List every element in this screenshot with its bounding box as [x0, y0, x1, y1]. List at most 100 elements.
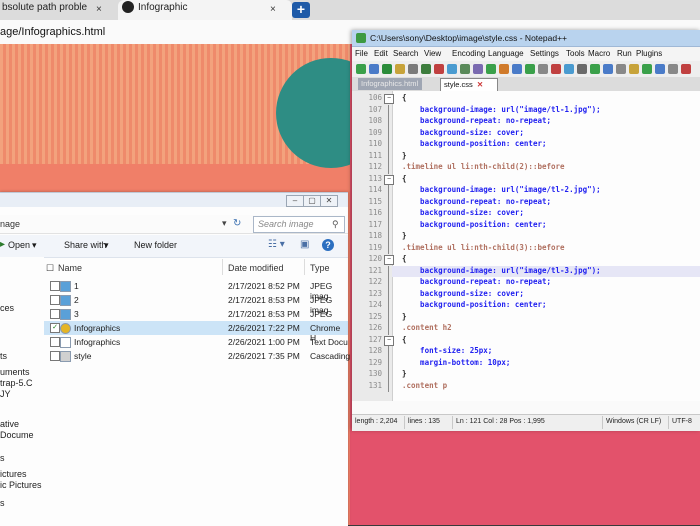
nav-item[interactable]: ts [0, 351, 7, 361]
open-file-icon[interactable] [369, 64, 379, 74]
tab-infographic[interactable]: Infographic × [118, 0, 292, 20]
paste-icon[interactable] [460, 64, 470, 74]
search-input[interactable]: Search image ⚲ [253, 216, 345, 233]
sync-icon[interactable] [551, 64, 561, 74]
macro-record-icon[interactable] [590, 64, 600, 74]
view-icon[interactable] [668, 64, 678, 74]
nav-item[interactable]: ictures [0, 469, 27, 479]
share-with-button[interactable]: Share with [64, 240, 107, 250]
column-date-modified[interactable]: Date modified [228, 263, 284, 273]
code-line[interactable]: .content h2 [402, 323, 452, 332]
zoom-out-icon[interactable] [538, 64, 548, 74]
table-row[interactable]: Infographics 2/26/2021 1:00 PM Text Docu [44, 335, 348, 349]
code-line[interactable]: background-position: center; [402, 139, 546, 148]
file-name[interactable]: 3 [74, 309, 79, 319]
nav-item[interactable]: ces [0, 303, 14, 313]
code-line[interactable]: background-repeat: no-repeat; [402, 197, 551, 206]
menu-item-file[interactable]: File [355, 49, 368, 58]
fold-toggle-icon[interactable]: − [384, 94, 394, 104]
save-all-icon[interactable] [395, 64, 405, 74]
row-checkbox[interactable] [50, 281, 60, 291]
menu-item-encoding[interactable]: Encoding [452, 49, 485, 58]
code-editor[interactable]: 106−107 108 109 110 111 112 113−114 115 116 117 11… [352, 91, 700, 401]
code-line[interactable]: background-size: cover; [402, 289, 524, 298]
menu-item-macro[interactable]: Macro [588, 49, 610, 58]
menu-item-edit[interactable]: Edit [374, 49, 388, 58]
code-line[interactable]: { [402, 174, 407, 183]
row-checkbox[interactable] [50, 309, 60, 319]
stop-icon[interactable] [681, 64, 691, 74]
plugin-icon[interactable] [642, 64, 652, 74]
code-line[interactable]: } [402, 151, 407, 160]
column-type[interactable]: Type [310, 263, 330, 273]
wrap-icon[interactable] [564, 64, 574, 74]
row-checkbox[interactable] [50, 337, 60, 347]
close-icon[interactable]: × [270, 2, 276, 18]
macro-play-icon[interactable] [603, 64, 613, 74]
row-checkbox[interactable] [50, 351, 60, 361]
code-line[interactable]: .timeline ul li:nth-child(3)::before [402, 243, 565, 252]
file-name[interactable]: style [74, 351, 91, 361]
new-tab-button[interactable]: + [292, 2, 310, 18]
table-row[interactable]: style 2/26/2021 7:35 PM Cascading [44, 349, 350, 363]
code-line[interactable]: background-image: url("image/tl-3.jpg"); [402, 266, 601, 275]
table-row[interactable]: 32/17/2021 8:53 PMJPEG imag [44, 307, 348, 329]
menu-item-search[interactable]: Search [393, 49, 418, 58]
dropdown-arrow-icon[interactable]: ▾ [222, 218, 227, 229]
table-row[interactable]: 1 2/17/2021 8:52 PM JPEG imag [44, 279, 348, 301]
share-dropdown-icon[interactable]: ▾ [104, 240, 109, 251]
nav-item[interactable]: ative [0, 419, 19, 429]
column-separator[interactable] [222, 259, 223, 275]
file-name[interactable]: Infographics [74, 323, 120, 333]
table-row[interactable]: ✓ Infographics 2/26/2021 7:22 PM Chrome H [44, 321, 348, 343]
maximize-icon[interactable]: ▢ [303, 195, 321, 207]
replace-icon[interactable] [512, 64, 522, 74]
code-line[interactable]: background-size: cover; [402, 208, 524, 217]
code-line[interactable]: { [402, 93, 407, 102]
code-line[interactable]: background-position: center; [402, 220, 546, 229]
fold-toggle-icon[interactable]: − [384, 335, 394, 346]
open-button[interactable]: Open [8, 240, 30, 250]
undo-icon[interactable] [473, 64, 483, 74]
macro-save-icon[interactable] [616, 64, 626, 74]
tab-style-css[interactable]: style.css ✕ [440, 78, 498, 91]
code-line[interactable]: background-repeat: no-repeat; [402, 277, 551, 286]
close-file-icon[interactable] [408, 64, 418, 74]
fold-toggle-icon[interactable]: − [384, 174, 394, 185]
zoom-in-icon[interactable] [525, 64, 535, 74]
code-line[interactable]: .content p [402, 381, 447, 390]
row-checkbox[interactable]: ✓ [50, 323, 60, 333]
code-line[interactable]: { [402, 335, 407, 344]
view-options-icon[interactable]: ☷ ▾ [268, 239, 285, 250]
indent-guide-icon[interactable] [577, 64, 587, 74]
code-line[interactable]: background-image: url("image/tl-1.jpg"); [402, 105, 601, 114]
address-path[interactable]: nage [0, 219, 20, 229]
close-icon[interactable]: ✕ [477, 80, 483, 89]
code-line[interactable]: background-size: cover; [402, 128, 524, 137]
settings-icon[interactable] [655, 64, 665, 74]
menu-item-run[interactable]: Run [617, 49, 632, 58]
fold-toggle-icon[interactable]: − [384, 255, 394, 265]
minimize-icon[interactable]: – [286, 195, 304, 207]
run-icon[interactable] [629, 64, 639, 74]
new-file-icon[interactable] [356, 64, 366, 74]
file-name[interactable]: 1 [74, 281, 79, 291]
nav-item[interactable]: uments [0, 367, 30, 377]
select-all-checkbox[interactable]: ☐ [46, 263, 54, 274]
copy-icon[interactable] [447, 64, 457, 74]
print-icon[interactable] [421, 64, 431, 74]
code-line[interactable]: .timeline ul li:nth-child(2)::before [402, 162, 565, 171]
code-line[interactable]: background-repeat: no-repeat; [402, 116, 551, 125]
menu-item-settings[interactable]: Settings [530, 49, 559, 58]
nav-item[interactable]: s [0, 453, 5, 463]
new-folder-button[interactable]: New folder [134, 240, 177, 250]
menu-item-language[interactable]: Language [488, 49, 524, 58]
help-icon[interactable]: ? [322, 239, 334, 251]
url-text[interactable]: age/Infographics.html [0, 26, 105, 38]
nav-item[interactable]: Docume [0, 430, 34, 440]
code-line[interactable]: background-image: url("image/tl-2.jpg"); [402, 185, 601, 194]
refresh-icon[interactable]: ↻ [233, 218, 241, 229]
find-icon[interactable] [499, 64, 509, 74]
nav-item[interactable]: ic Pictures [0, 480, 42, 490]
nav-item[interactable]: JY [0, 389, 11, 399]
